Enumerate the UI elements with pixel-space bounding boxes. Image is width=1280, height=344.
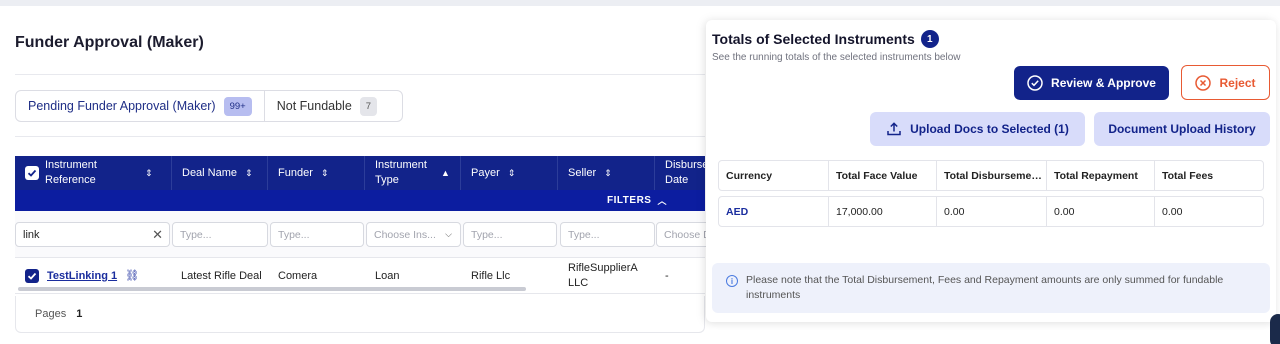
totals-panel-title: Totals of Selected Instruments 1 <box>712 30 939 48</box>
total-disbursement-value: 0.00 <box>936 197 1046 226</box>
instrument-reference-link[interactable]: TestLinking 1 <box>47 269 117 284</box>
row-checkbox[interactable] <box>25 269 39 283</box>
column-header-funder[interactable]: Funder ⇕ <box>268 156 365 190</box>
select-all-checkbox[interactable] <box>25 166 39 180</box>
column-label: Instrument Type <box>375 159 427 186</box>
tab-not-fundable[interactable]: Not Fundable 7 <box>263 91 389 121</box>
column-label: Disburse Date <box>665 159 709 186</box>
tab-label: Not Fundable <box>276 99 352 113</box>
page-title: Funder Approval (Maker) <box>15 34 204 51</box>
divider <box>15 136 705 137</box>
totals-table: Currency Total Face Value Total Disburse… <box>718 160 1264 227</box>
button-label: Upload Docs to Selected (1) <box>910 122 1069 136</box>
header-total-disbursement: Total Disburseme… <box>936 161 1046 190</box>
filter-placeholder: Type... <box>568 228 600 241</box>
status-tabs: Pending Funder Approval (Maker) 99+ Not … <box>15 90 403 122</box>
filter-funder-input[interactable]: Type... <box>270 222 364 247</box>
sort-icon[interactable]: ⇕ <box>145 166 153 181</box>
column-header-payer[interactable]: Payer ⇕ <box>461 156 558 190</box>
chevron-down-icon: ⌵ <box>445 229 452 239</box>
totals-table-header: Currency Total Face Value Total Disburse… <box>718 160 1264 191</box>
currency-value: AED <box>726 205 749 218</box>
button-label: Review & Approve <box>1051 76 1156 90</box>
filter-deal-name-input[interactable]: Type... <box>172 222 268 247</box>
row-cell-seller: RifleSupplierA LLC <box>568 262 638 289</box>
total-repayment-value: 0.00 <box>1046 197 1154 226</box>
total-face-value: 17,000.00 <box>828 197 936 226</box>
totals-table-row: AED 17,000.00 0.00 0.00 0.00 <box>718 196 1264 227</box>
column-label: Seller <box>568 166 597 179</box>
totals-panel: Totals of Selected Instruments 1 See the… <box>706 20 1276 322</box>
filters-label: FILTERS <box>607 195 652 206</box>
filter-placeholder: Choose D <box>664 228 711 241</box>
filter-payer-input[interactable]: Type... <box>463 222 557 247</box>
x-circle-icon <box>1195 74 1212 91</box>
panel-title-text: Totals of Selected Instruments <box>712 31 915 47</box>
tab-label: Pending Funder Approval (Maker) <box>28 99 216 113</box>
button-label: Document Upload History <box>1108 122 1256 136</box>
document-upload-history-button[interactable]: Document Upload History <box>1094 112 1270 146</box>
filter-seller-input[interactable]: Type... <box>560 222 655 247</box>
row-cell-disbursement-date: - <box>665 269 669 282</box>
tab-pending-funder-approval[interactable]: Pending Funder Approval (Maker) 99+ <box>16 91 264 121</box>
header-total-face-value: Total Face Value <box>828 161 936 190</box>
sort-asc-icon[interactable]: ▲ <box>441 166 450 181</box>
chevron-up-icon: ︿ <box>657 196 667 206</box>
pagination: Pages 1 <box>15 296 705 333</box>
table-header: Instrument Reference ⇕ Deal Name ⇕ Funde… <box>15 156 709 190</box>
filter-instrument-type-select[interactable]: Choose Ins... ⌵ <box>366 222 461 247</box>
horizontal-scrollbar[interactable] <box>18 287 526 291</box>
upload-icon <box>886 121 902 137</box>
info-note-text: Please note that the Total Disbursement,… <box>746 274 1224 301</box>
filters-toggle[interactable]: FILTERS ︿ <box>15 190 705 211</box>
filter-placeholder: Type... <box>180 228 212 241</box>
button-label: Reject <box>1219 75 1256 90</box>
info-note: i Please note that the Total Disbursemen… <box>712 263 1270 313</box>
help-widget[interactable] <box>1270 314 1280 344</box>
column-header-instrument-type[interactable]: Instrument Type ▲ <box>365 156 461 190</box>
filter-value: link <box>23 228 40 241</box>
sort-icon[interactable]: ⇕ <box>321 166 329 181</box>
column-label: Funder <box>278 166 313 179</box>
column-header-instrument-reference[interactable]: Instrument Reference ⇕ <box>15 156 172 190</box>
filter-placeholder: Type... <box>278 228 310 241</box>
filter-placeholder: Choose Ins... <box>374 228 436 241</box>
sort-icon[interactable]: ⇕ <box>245 166 253 181</box>
column-label: Instrument Reference <box>45 159 97 186</box>
page-number[interactable]: 1 <box>76 308 82 320</box>
reject-button[interactable]: Reject <box>1181 65 1270 100</box>
filter-placeholder: Type... <box>471 228 503 241</box>
column-header-seller[interactable]: Seller ⇕ <box>558 156 655 190</box>
column-label: Deal Name <box>182 166 238 179</box>
tab-count-badge: 7 <box>359 96 378 116</box>
clear-icon[interactable]: ✕ <box>152 227 163 243</box>
tab-count-badge: 99+ <box>223 96 252 116</box>
filter-disbursement-date-select[interactable]: Choose D <box>656 222 711 247</box>
divider <box>15 74 705 75</box>
info-icon: i <box>726 275 738 287</box>
review-approve-button[interactable]: Review & Approve <box>1014 66 1169 100</box>
totals-panel-subtitle: See the running totals of the selected i… <box>712 52 961 63</box>
check-circle-icon <box>1027 75 1043 91</box>
link-document-icon[interactable]: ⛓ <box>125 269 139 284</box>
pages-label: Pages <box>35 308 67 320</box>
filter-instrument-reference-input[interactable]: link ✕ <box>15 222 170 247</box>
header-total-fees: Total Fees <box>1154 161 1263 190</box>
column-header-disbursement-date[interactable]: Disburse Date <box>655 156 709 190</box>
total-fees-value: 0.00 <box>1154 197 1263 226</box>
header-total-repayment: Total Repayment <box>1046 161 1154 190</box>
column-label: Payer <box>471 166 500 179</box>
sort-icon[interactable]: ⇕ <box>508 166 516 181</box>
selected-count-badge: 1 <box>920 30 939 48</box>
header-currency: Currency <box>726 169 773 182</box>
upload-docs-button[interactable]: Upload Docs to Selected (1) <box>870 112 1085 146</box>
filter-row: link ✕ Type... Type... Choose Ins... ⌵ T… <box>15 211 711 258</box>
sort-icon[interactable]: ⇕ <box>604 166 612 181</box>
column-header-deal-name[interactable]: Deal Name ⇕ <box>172 156 268 190</box>
